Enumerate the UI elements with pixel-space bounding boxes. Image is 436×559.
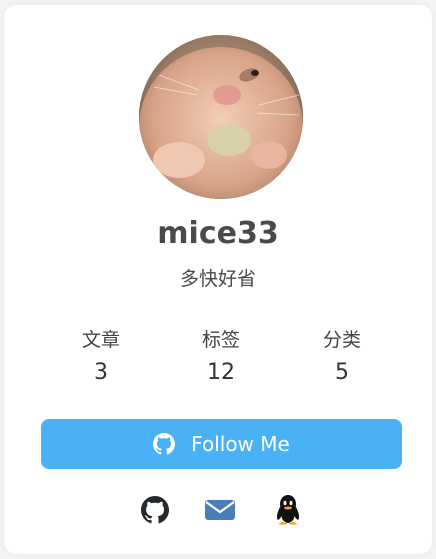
- stat-articles-label: 文章: [81, 329, 120, 351]
- follow-me-button[interactable]: Follow Me: [41, 419, 402, 469]
- mail-icon: [205, 500, 235, 520]
- author-name: mice33: [157, 216, 279, 251]
- follow-me-label: Follow Me: [191, 432, 290, 456]
- author-motto: 多快好省: [179, 268, 256, 290]
- avatar[interactable]: [139, 35, 303, 199]
- stat-tags[interactable]: 标签 12: [161, 327, 281, 389]
- qq-icon: [276, 495, 300, 525]
- social-github[interactable]: [140, 495, 170, 525]
- stat-categories-label: 分类: [322, 329, 361, 351]
- stat-categories[interactable]: 分类 5: [282, 327, 402, 389]
- stat-tags-value: 12: [207, 360, 235, 385]
- stat-categories-value: 5: [335, 360, 349, 385]
- social-mail[interactable]: [205, 495, 235, 525]
- stat-articles-value: 3: [94, 360, 108, 385]
- author-card: mice33 多快好省 文章 3 标签 12 分类 5 Follow Me: [4, 5, 432, 554]
- avatar-hamster-image: [139, 35, 303, 199]
- github-icon: [141, 496, 169, 524]
- stat-tags-label: 标签: [201, 329, 240, 351]
- github-icon: [153, 433, 176, 455]
- social-qq[interactable]: [273, 495, 303, 525]
- stat-articles[interactable]: 文章 3: [41, 327, 161, 389]
